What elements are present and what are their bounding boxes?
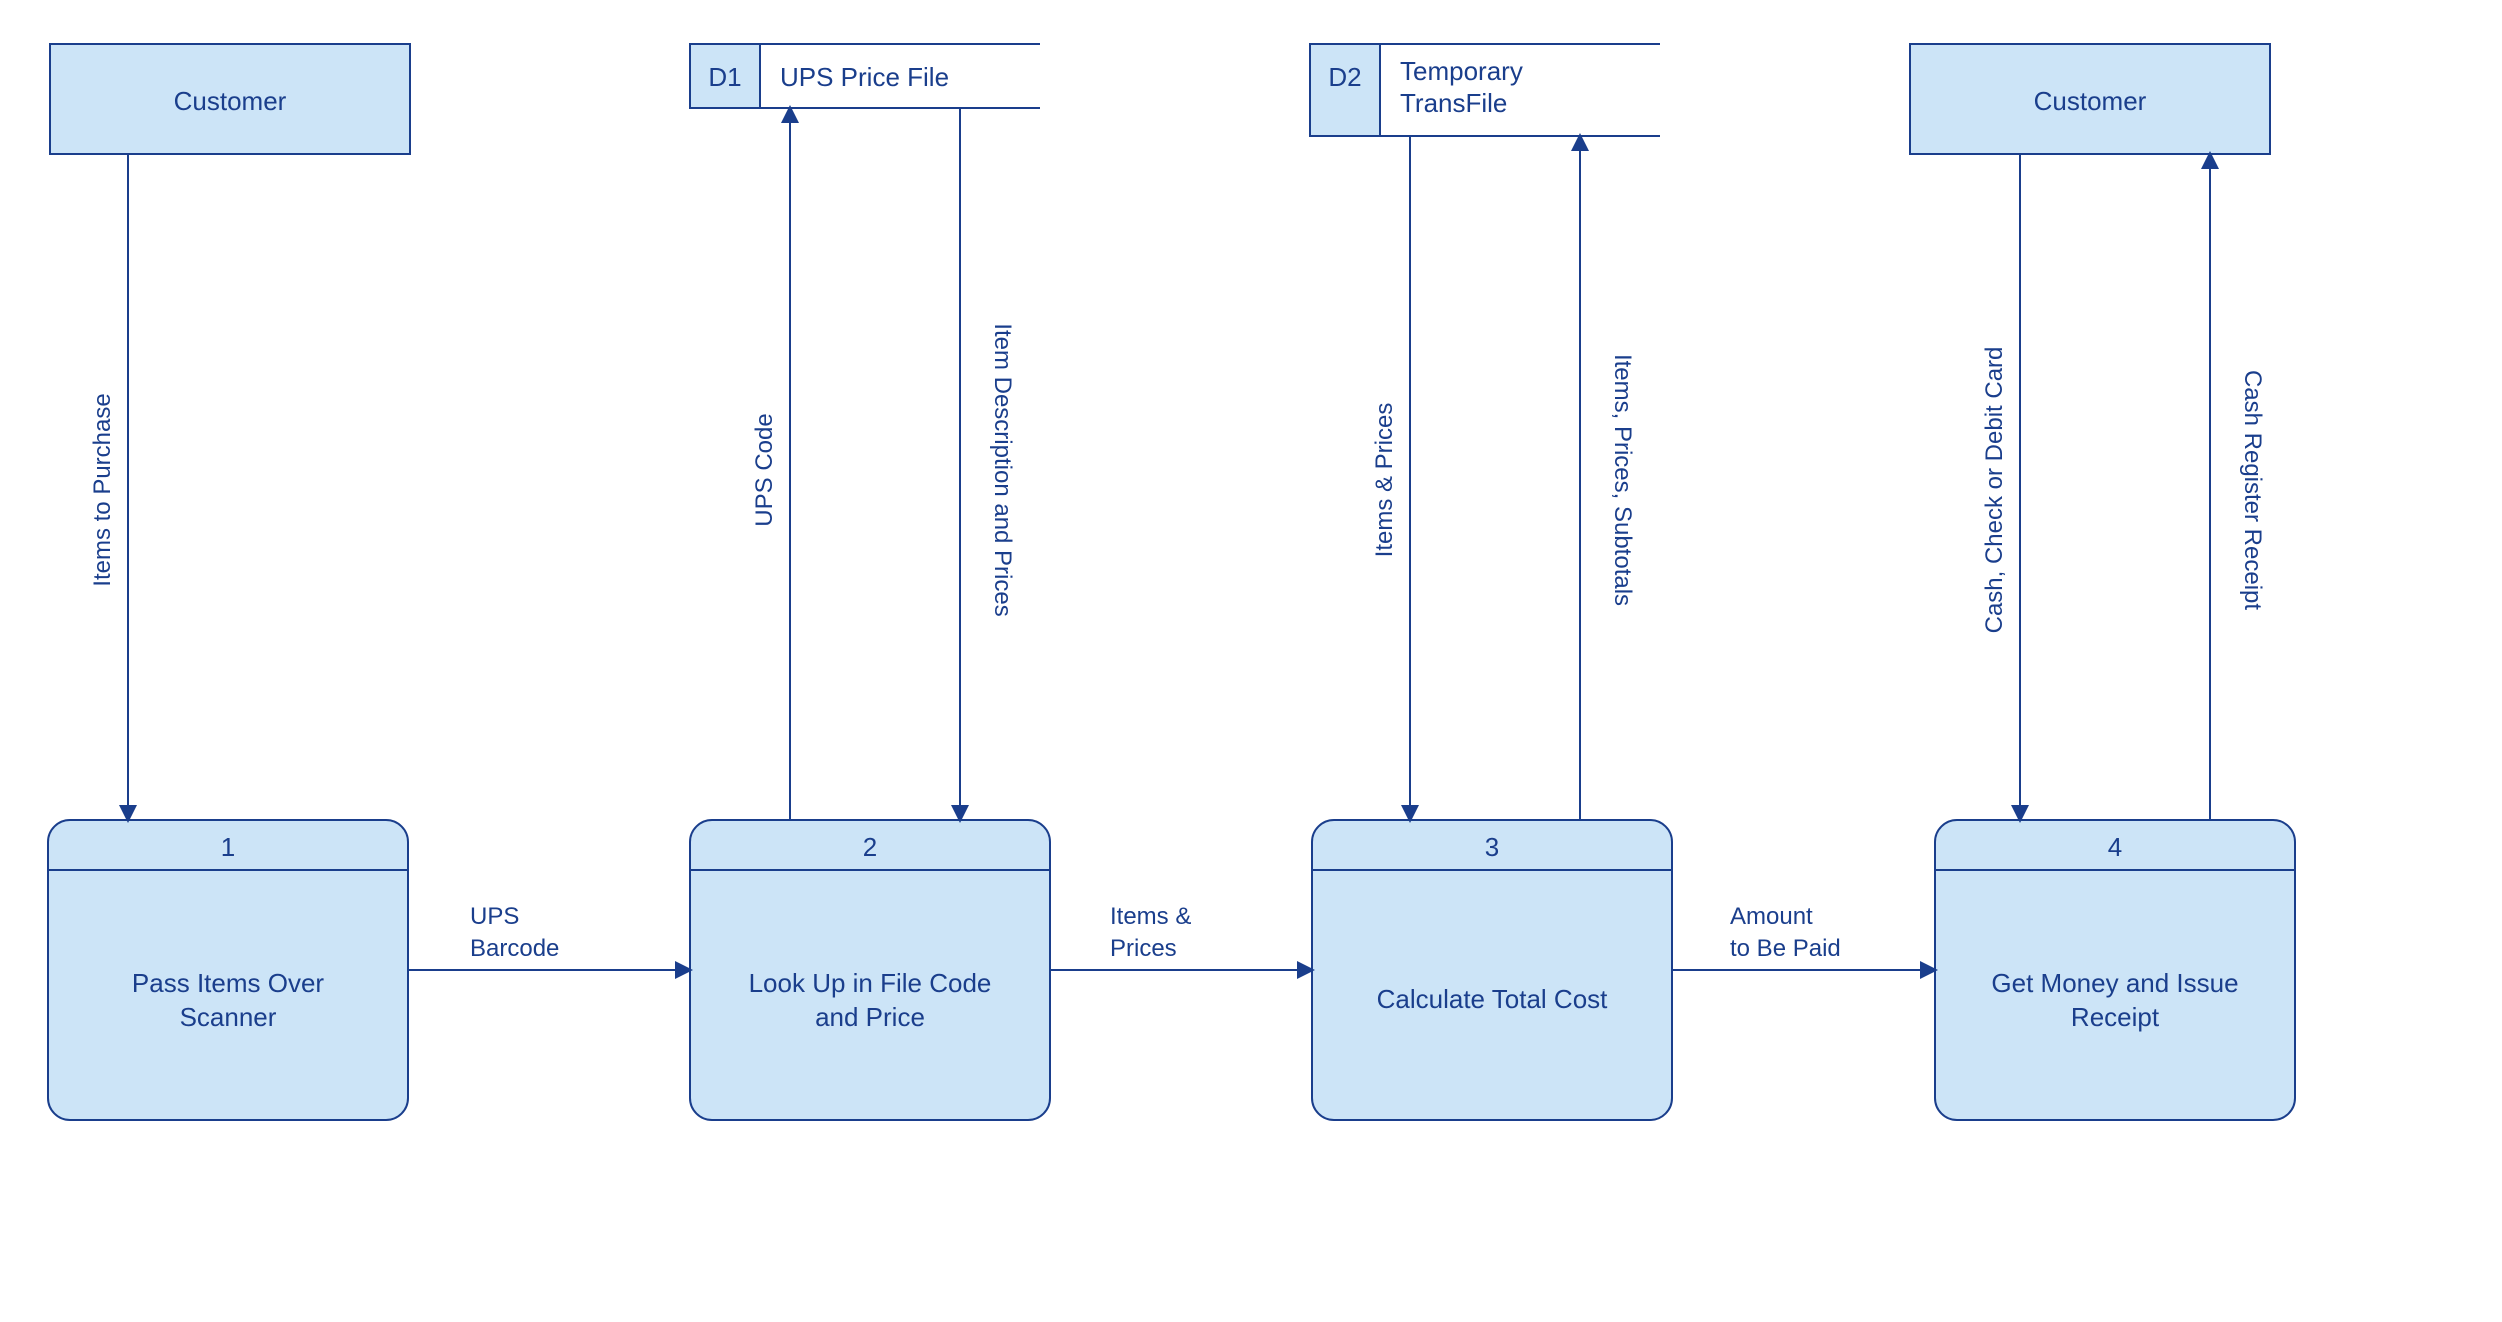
datastore-d1: D1 UPS Price File: [690, 44, 1040, 108]
flow-item-desc-prices: Item Description and Prices: [960, 108, 1016, 820]
datastore-d1-id: D1: [708, 62, 741, 92]
flow-item-desc-prices-label: Item Description and Prices: [989, 323, 1016, 616]
process-1-num: 1: [221, 832, 235, 862]
flow-items-prices-subtotals: Items, Prices, Subtotals: [1580, 136, 1636, 820]
process-4-label-line1: Get Money and Issue: [1991, 968, 2238, 998]
process-1-label-line2: Scanner: [180, 1002, 277, 1032]
process-3-num: 3: [1485, 832, 1499, 862]
process-3: 3 Calculate Total Cost: [1312, 820, 1672, 1120]
flow-items-prices-h-label-line1: Items &: [1110, 903, 1191, 930]
flow-cash-check-debit: Cash, Check or Debit Card: [1981, 154, 2020, 820]
entity-customer-right-label: Customer: [2034, 86, 2147, 116]
flow-ups-code-label: UPS Code: [751, 413, 778, 526]
flow-items-prices-h: Items & Prices: [1050, 903, 1312, 970]
process-4: 4 Get Money and Issue Receipt: [1935, 820, 2295, 1120]
process-2-label-line2: and Price: [815, 1002, 925, 1032]
process-2: 2 Look Up in File Code and Price: [690, 820, 1050, 1120]
flow-amount-paid-label-line1: Amount: [1730, 903, 1813, 930]
process-2-num: 2: [863, 832, 877, 862]
flow-cash-check-debit-label: Cash, Check or Debit Card: [1981, 347, 2008, 634]
entity-customer-left: Customer: [50, 44, 410, 154]
process-1-label-line1: Pass Items Over: [132, 968, 324, 998]
dfd-diagram: Customer Customer D1 UPS Price File D2 T…: [0, 0, 2502, 1322]
flow-cash-register-receipt: Cash Register Receipt: [2210, 154, 2266, 820]
process-4-label-line2: Receipt: [2071, 1002, 2160, 1032]
datastore-d2: D2 Temporary TransFile: [1310, 44, 1660, 136]
datastore-d2-label-line2: TransFile: [1400, 88, 1507, 118]
process-1: 1 Pass Items Over Scanner: [48, 820, 408, 1120]
flow-items-prices-v: Items & Prices: [1371, 136, 1410, 820]
datastore-d2-label-line1: Temporary: [1400, 56, 1523, 86]
datastore-d1-label: UPS Price File: [780, 62, 949, 92]
flow-ups-barcode: UPS Barcode: [408, 903, 690, 970]
process-2-label-line1: Look Up in File Code: [749, 968, 992, 998]
flow-items-prices-v-label: Items & Prices: [1371, 403, 1398, 558]
process-3-label: Calculate Total Cost: [1377, 984, 1609, 1014]
process-4-num: 4: [2108, 832, 2122, 862]
flow-cash-register-receipt-label: Cash Register Receipt: [2239, 370, 2266, 610]
entity-customer-right: Customer: [1910, 44, 2270, 154]
flow-items-prices-h-label-line2: Prices: [1110, 935, 1177, 962]
flow-amount-to-be-paid: Amount to Be Paid: [1672, 903, 1935, 970]
flow-amount-paid-label-line2: to Be Paid: [1730, 935, 1841, 962]
flow-items-prices-subtotals-label: Items, Prices, Subtotals: [1609, 354, 1636, 606]
datastore-d2-id: D2: [1328, 62, 1361, 92]
entity-customer-left-label: Customer: [174, 86, 287, 116]
flow-ups-code: UPS Code: [751, 108, 790, 820]
flow-ups-barcode-label-line1: UPS: [470, 903, 519, 930]
flow-items-to-purchase-label: Items to Purchase: [89, 393, 116, 586]
flow-items-to-purchase: Items to Purchase: [89, 154, 128, 820]
flow-ups-barcode-label-line2: Barcode: [470, 935, 559, 962]
